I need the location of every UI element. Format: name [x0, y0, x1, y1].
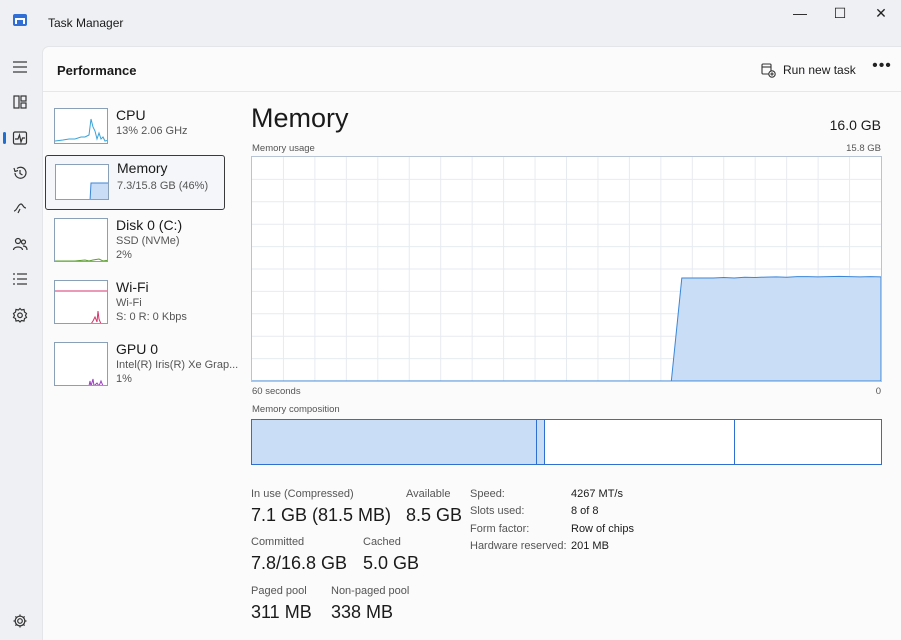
- navigation-rail: [0, 46, 42, 640]
- sidebar-item-wifi[interactable]: Wi-Fi Wi-Fi S: 0 R: 0 Kbps: [45, 275, 225, 330]
- title-bar: Task Manager — ☐ ✕: [0, 0, 901, 46]
- non-paged-pool-label: Non-paged pool: [331, 585, 410, 597]
- committed-value: 7.8/16.8 GB: [251, 553, 348, 573]
- close-button[interactable]: ✕: [861, 4, 901, 24]
- speed-value: 4267 MT/s: [571, 488, 623, 500]
- memory-usage-max: 15.8 GB: [846, 143, 881, 154]
- available-label: Available: [406, 488, 451, 500]
- sidebar-item-label: Wi-Fi: [116, 279, 149, 295]
- memory-thumbnail-graph: [55, 164, 109, 200]
- startup-apps-icon[interactable]: [9, 197, 31, 219]
- composition-free-segment: [735, 420, 881, 464]
- task-manager-app-icon: [13, 14, 27, 26]
- disk-thumbnail-graph: [54, 218, 108, 262]
- composition-modified-segment: [536, 420, 546, 464]
- memory-usage-graph: [251, 156, 882, 382]
- in-use-value: 7.1 GB (81.5 MB): [251, 505, 392, 525]
- hardware-reserved-label: Hardware reserved:: [470, 540, 567, 552]
- gpu-thumbnail-graph: [54, 342, 108, 386]
- maximize-button[interactable]: ☐: [820, 4, 860, 24]
- memory-total: 16.0 GB: [829, 117, 881, 133]
- sidebar-item-detail: SSD (NVMe): [116, 235, 180, 247]
- cpu-thumbnail-graph: [54, 108, 108, 144]
- graph-time-end: 0: [875, 386, 881, 397]
- form-factor-label: Form factor:: [470, 523, 530, 535]
- app-history-icon[interactable]: [9, 162, 31, 184]
- memory-composition-label: Memory composition: [252, 404, 340, 415]
- sidebar-item-detail: Wi-Fi: [116, 297, 142, 309]
- graph-time-start: 60 seconds: [252, 386, 301, 397]
- sidebar-item-cpu[interactable]: CPU 13% 2.06 GHz: [45, 103, 225, 158]
- memory-usage-chart: [252, 157, 881, 381]
- sidebar-item-throughput: S: 0 R: 0 Kbps: [116, 311, 187, 323]
- available-value: 8.5 GB: [406, 505, 463, 525]
- sidebar-item-detail: 13% 2.06 GHz: [116, 125, 188, 137]
- wifi-thumbnail-graph: [54, 280, 108, 324]
- sidebar-item-memory[interactable]: Memory 7.3/15.8 GB (46%): [45, 155, 225, 210]
- composition-standby-segment: [545, 420, 736, 464]
- sidebar-item-label: CPU: [116, 107, 146, 123]
- performance-icon[interactable]: [3, 127, 31, 149]
- slots-used-label: Slots used:: [470, 505, 525, 517]
- sidebar-item-label: Memory: [117, 160, 168, 176]
- memory-usage-label: Memory usage: [252, 143, 315, 154]
- speed-label: Speed:: [470, 488, 505, 500]
- cached-label: Cached: [363, 536, 401, 548]
- non-paged-pool-value: 338 MB: [331, 602, 394, 622]
- paged-pool-label: Paged pool: [251, 585, 307, 597]
- slots-used-value: 8 of 8: [571, 505, 599, 517]
- page-title: Performance: [57, 63, 137, 78]
- menu-icon[interactable]: [9, 56, 31, 78]
- settings-gear-icon[interactable]: [9, 610, 31, 632]
- services-icon[interactable]: [9, 304, 31, 326]
- details-icon[interactable]: [9, 268, 31, 290]
- sidebar-item-gpu[interactable]: GPU 0 Intel(R) Iris(R) Xe Grap... 1%: [45, 337, 238, 392]
- window-title: Task Manager: [48, 16, 124, 30]
- main-panel: Performance Run new task ••• CPU 13% 2.0…: [42, 46, 901, 640]
- sidebar-item-usage: 1%: [116, 373, 132, 385]
- composition-in-use-segment: [252, 420, 537, 464]
- minimize-button[interactable]: —: [780, 4, 820, 24]
- sidebar-item-detail: 7.3/15.8 GB (46%): [117, 180, 209, 192]
- memory-detail-panel: Memory 16.0 GB Memory usage 15.8 GB 60 s…: [251, 47, 891, 640]
- committed-label: Committed: [251, 536, 305, 548]
- users-icon[interactable]: [9, 233, 31, 255]
- cached-value: 5.0 GB: [363, 553, 420, 573]
- sidebar-item-disk[interactable]: Disk 0 (C:) SSD (NVMe) 2%: [45, 213, 225, 268]
- hardware-reserved-value: 201 MB: [571, 540, 609, 552]
- memory-heading: Memory: [251, 103, 349, 133]
- paged-pool-value: 311 MB: [251, 602, 312, 622]
- sidebar-item-detail: Intel(R) Iris(R) Xe Grap...: [116, 359, 239, 371]
- sidebar-item-label: GPU 0: [116, 341, 159, 357]
- in-use-label: In use (Compressed): [251, 488, 354, 500]
- sidebar-item-label: Disk 0 (C:): [116, 217, 183, 233]
- form-factor-value: Row of chips: [571, 523, 634, 535]
- processes-icon[interactable]: [9, 91, 31, 113]
- sidebar-item-usage: 2%: [116, 249, 132, 261]
- memory-composition-bar: [251, 419, 882, 465]
